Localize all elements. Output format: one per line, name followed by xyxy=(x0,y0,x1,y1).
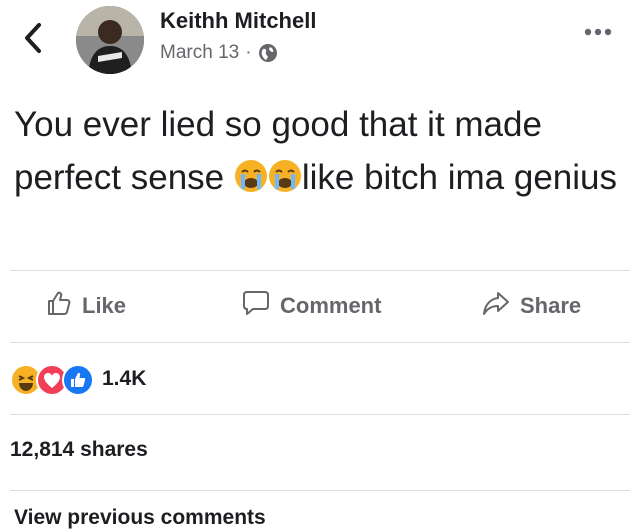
meta-separator: · xyxy=(245,42,252,63)
author-name[interactable]: Keithh Mitchell xyxy=(160,8,316,34)
post-meta: March 13 · xyxy=(160,42,278,64)
back-button[interactable] xyxy=(18,22,48,58)
avatar[interactable] xyxy=(76,6,144,74)
divider xyxy=(10,414,630,415)
view-previous-comments-link[interactable]: View previous comments xyxy=(14,506,266,530)
share-label: Share xyxy=(520,293,582,318)
reactions-summary[interactable]: 1.4K xyxy=(10,364,147,396)
post-date[interactable]: March 13 xyxy=(160,42,239,64)
thumbs-up-icon xyxy=(46,290,82,322)
post-header: Keithh Mitchell March 13 · xyxy=(0,0,640,90)
comment-label: Comment xyxy=(280,293,382,318)
divider xyxy=(10,342,630,343)
crying-face-icon xyxy=(268,155,302,208)
chevron-left-icon xyxy=(23,22,43,59)
comment-button[interactable]: Comment xyxy=(242,290,381,322)
post-text-part2: like bitch ima genius xyxy=(301,158,617,197)
post-text: You ever lied so good that it made perfe… xyxy=(14,98,626,208)
divider xyxy=(10,270,630,271)
more-dots-icon xyxy=(583,23,613,41)
globe-icon xyxy=(258,43,278,63)
share-arrow-icon xyxy=(482,290,520,322)
more-options-button[interactable] xyxy=(580,22,616,42)
comment-bubble-icon xyxy=(242,290,280,322)
like-button[interactable]: Like xyxy=(46,290,126,322)
like-icon xyxy=(62,364,94,396)
like-label: Like xyxy=(82,293,127,318)
crying-face-icon xyxy=(234,155,268,208)
shares-count[interactable]: 12,814 shares xyxy=(10,438,148,462)
divider xyxy=(10,490,630,491)
reaction-icons xyxy=(10,364,96,396)
action-bar: Like Comment Share xyxy=(0,280,640,336)
share-button[interactable]: Share xyxy=(482,290,581,322)
reaction-count: 1.4K xyxy=(102,367,147,390)
